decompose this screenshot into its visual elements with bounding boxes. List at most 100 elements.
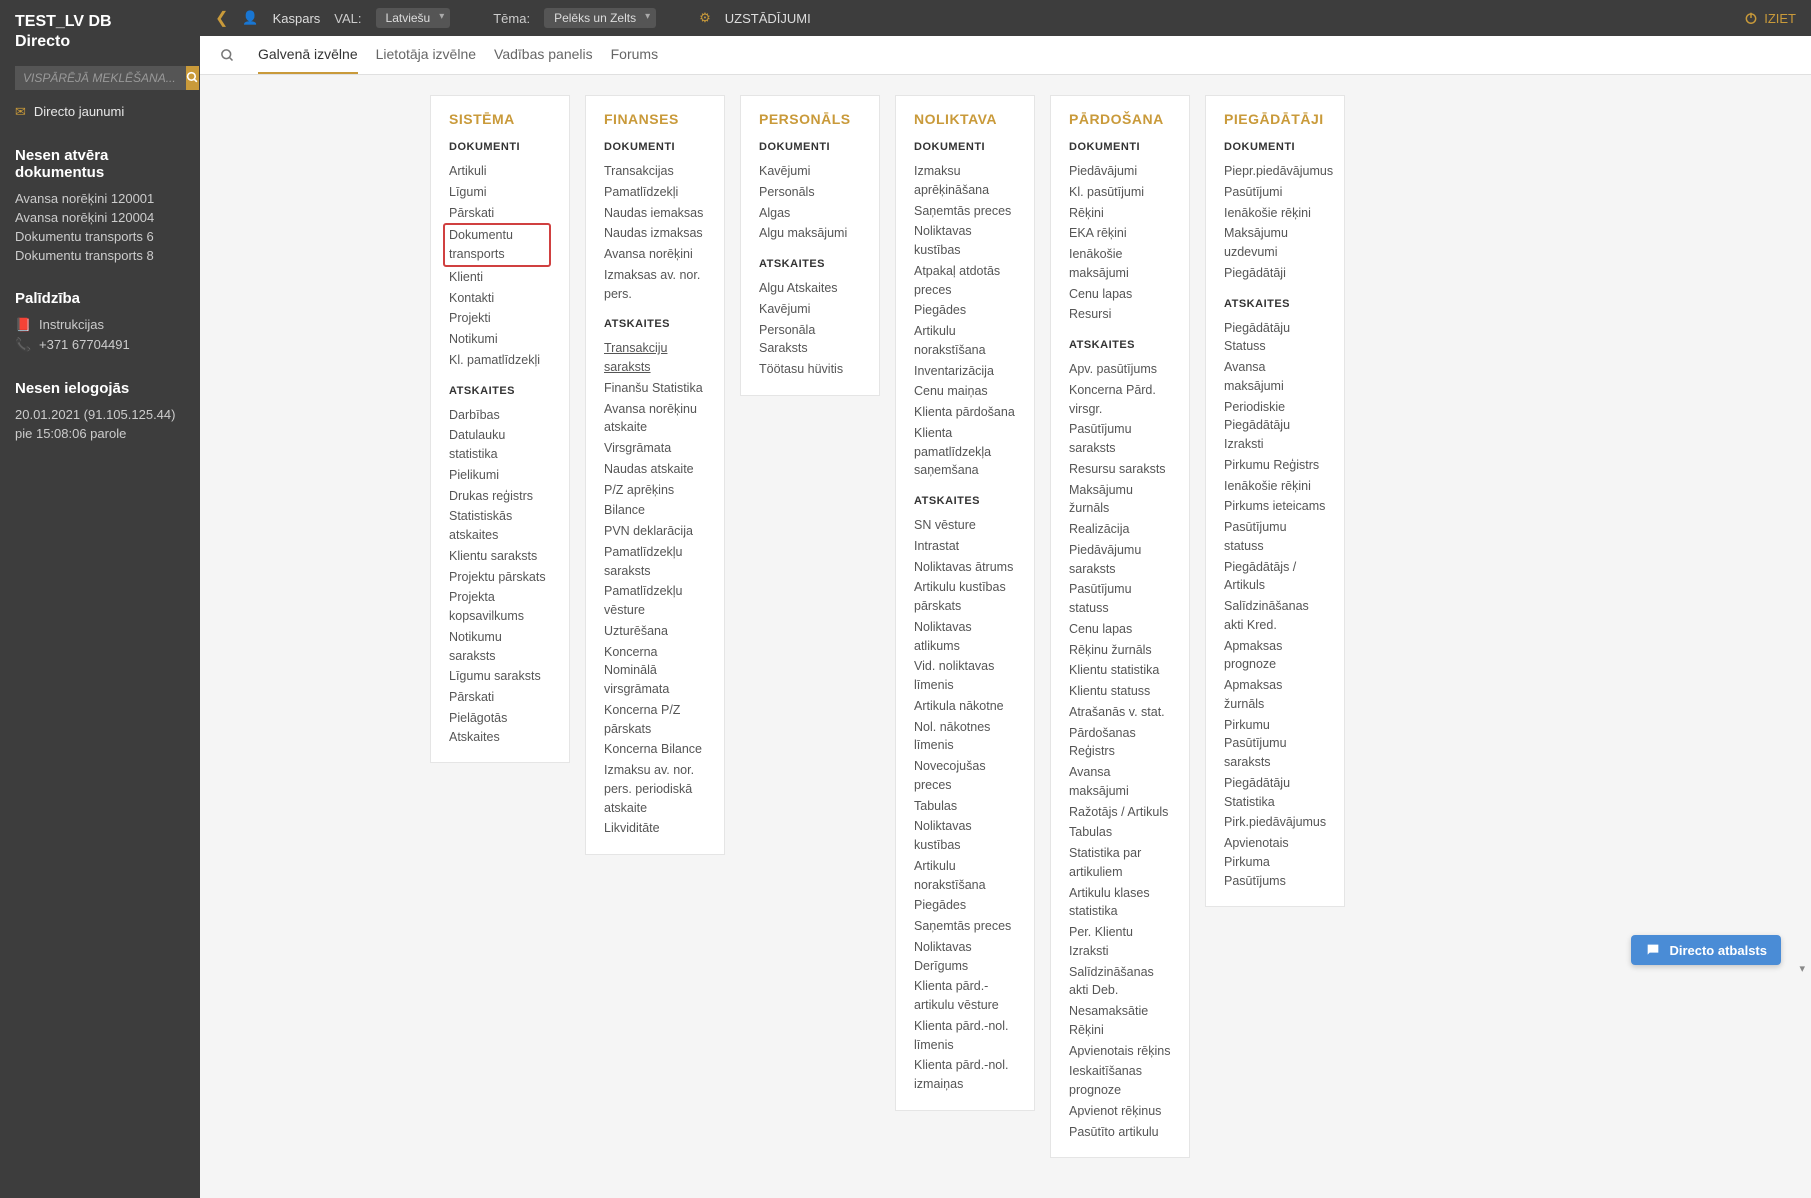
menu-link[interactable]: Pasūtījumu saraksts <box>1069 419 1171 459</box>
menu-link[interactable]: Pirkums ieteicams <box>1224 496 1326 517</box>
menu-link[interactable]: Pasūtījumu statuss <box>1069 579 1171 619</box>
logout-button[interactable]: IZIET <box>1744 11 1796 26</box>
menu-link[interactable]: Pārskati <box>449 687 551 708</box>
menu-link[interactable]: Resursi <box>1069 304 1171 325</box>
menu-link[interactable]: Rēķini <box>1069 203 1171 224</box>
menu-link[interactable]: Artikulu kustības pārskats <box>914 577 1016 617</box>
menu-link[interactable]: Pasūtījumu statuss <box>1224 517 1326 557</box>
tab-galvenā-izvēlne[interactable]: Galvenā izvēlne <box>258 36 358 74</box>
help-phone[interactable]: 📞+371 67704491 <box>15 335 185 355</box>
menu-link[interactable]: Kontakti <box>449 288 551 309</box>
menu-link[interactable]: Koncerna Pārd. virsgr. <box>1069 380 1171 420</box>
menu-link[interactable]: Piedāvājumi <box>1069 161 1171 182</box>
menu-link[interactable]: Dokumentu transports <box>443 223 551 267</box>
menu-link[interactable]: Algu Atskaites <box>759 278 861 299</box>
menu-link[interactable]: Piegādes <box>914 300 1016 321</box>
menu-link[interactable]: Izmaksu av. nor. pers. periodiskā atskai… <box>604 760 706 818</box>
menu-link[interactable]: Transakciju saraksts <box>604 338 706 378</box>
menu-link[interactable]: Apv. pasūtījums <box>1069 359 1171 380</box>
menu-link[interactable]: Artikulu klases statistika <box>1069 883 1171 923</box>
menu-link[interactable]: Klientu saraksts <box>449 546 551 567</box>
menu-link[interactable]: Līgumi <box>449 182 551 203</box>
menu-link[interactable]: Klienta pārd.-nol. izmaiņas <box>914 1055 1016 1095</box>
menu-link[interactable]: EKA rēķini <box>1069 223 1171 244</box>
menu-link[interactable]: Cenu lapas <box>1069 284 1171 305</box>
menu-link[interactable]: Ieskaitīšanas prognoze <box>1069 1061 1171 1101</box>
menu-link[interactable]: Piegādes <box>914 895 1016 916</box>
menu-link[interactable]: Pamatlīdzekļi <box>604 182 706 203</box>
menu-link[interactable]: Statistika par artikuliem <box>1069 843 1171 883</box>
menu-link[interactable]: Salīdzināšanas akti Deb. <box>1069 962 1171 1002</box>
menu-link[interactable]: Naudas atskaite <box>604 459 706 480</box>
menu-link[interactable]: Klienta pārd.-artikulu vēsture <box>914 976 1016 1016</box>
menu-link[interactable]: Noliktavas atlikums <box>914 617 1016 657</box>
recent-doc-item[interactable]: Avansa norēķini 120001 <box>15 189 185 208</box>
menu-link[interactable]: Inventarizācija <box>914 361 1016 382</box>
menu-link[interactable]: Avansa norēķini <box>604 244 706 265</box>
menu-link[interactable]: Likviditāte <box>604 818 706 839</box>
menu-link[interactable]: Piedāvājumu saraksts <box>1069 540 1171 580</box>
menu-link[interactable]: Virsgrāmata <box>604 438 706 459</box>
menu-link[interactable]: Līgumu saraksts <box>449 666 551 687</box>
scroll-down-icon[interactable]: ▾ <box>1799 962 1805 975</box>
menu-link[interactable]: Pārskati <box>449 203 551 224</box>
menu-link[interactable]: Apvienotais rēķins <box>1069 1041 1171 1062</box>
menu-link[interactable]: Darbības <box>449 405 551 426</box>
menu-link[interactable]: Kl. pasūtījumi <box>1069 182 1171 203</box>
menu-link[interactable]: Salīdzināšanas akti Kred. <box>1224 596 1326 636</box>
menu-link[interactable]: Saņemtās preces <box>914 201 1016 222</box>
menu-link[interactable]: Uzturēšana <box>604 621 706 642</box>
menu-link[interactable]: Per. Klientu Izraksti <box>1069 922 1171 962</box>
menu-link[interactable]: Cenu maiņas <box>914 381 1016 402</box>
menu-link[interactable]: Ienākošie maksājumi <box>1069 244 1171 284</box>
menu-link[interactable]: Nesamaksātie Rēķini <box>1069 1001 1171 1041</box>
menu-link[interactable]: Piepr.piedāvājumus <box>1224 161 1326 182</box>
menu-link[interactable]: Pirk.piedāvājumus <box>1224 812 1326 833</box>
tab-forums[interactable]: Forums <box>611 36 658 74</box>
recent-doc-item[interactable]: Dokumentu transports 8 <box>15 246 185 265</box>
support-button[interactable]: Directo atbalsts <box>1631 935 1781 965</box>
theme-select[interactable]: Pelēks un Zelts <box>544 8 656 28</box>
menu-link[interactable]: Personāla Saraksts <box>759 320 861 360</box>
menu-link[interactable]: Koncerna Nominālā virsgrāmata <box>604 642 706 700</box>
menu-link[interactable]: Kavējumi <box>759 161 861 182</box>
menu-link[interactable]: Klientu statistika <box>1069 660 1171 681</box>
menu-link[interactable]: Vid. noliktavas līmenis <box>914 656 1016 696</box>
menu-link[interactable]: Atrašanās v. stat. <box>1069 702 1171 723</box>
menu-link[interactable]: Töötasu hüvitis <box>759 359 861 380</box>
menu-link[interactable]: Kavējumi <box>759 299 861 320</box>
menu-link[interactable]: Pamatlīdzekļu saraksts <box>604 542 706 582</box>
menu-link[interactable]: Klienti <box>449 267 551 288</box>
menu-link[interactable]: Statistiskās atskaites <box>449 506 551 546</box>
menu-link[interactable]: Ražotājs / Artikuls <box>1069 802 1171 823</box>
menu-link[interactable]: Nol. nākotnes līmenis <box>914 717 1016 757</box>
menu-link[interactable]: Noliktavas Derīgums <box>914 937 1016 977</box>
directo-news-link[interactable]: ✉ Directo jaunumi <box>15 102 185 122</box>
menu-link[interactable]: Tabulas <box>914 796 1016 817</box>
menu-link[interactable]: Personāls <box>759 182 861 203</box>
menu-link[interactable]: Koncerna P/Z pārskats <box>604 700 706 740</box>
menu-link[interactable]: Apmaksas žurnāls <box>1224 675 1326 715</box>
recent-doc-item[interactable]: Avansa norēķini 120004 <box>15 208 185 227</box>
menu-link[interactable]: P/Z aprēķins <box>604 480 706 501</box>
menu-link[interactable]: Apvienotais Pirkuma Pasūtījums <box>1224 833 1326 891</box>
menu-link[interactable]: Notikumi <box>449 329 551 350</box>
menu-link[interactable]: Artikulu norakstīšana <box>914 856 1016 896</box>
menu-link[interactable]: Atpakaļ atdotās preces <box>914 261 1016 301</box>
menu-link[interactable]: Apvienot rēķinus <box>1069 1101 1171 1122</box>
menu-link[interactable]: Notikumu saraksts <box>449 627 551 667</box>
tab-vadības-panelis[interactable]: Vadības panelis <box>494 36 593 74</box>
search-input[interactable] <box>15 66 186 90</box>
menu-link[interactable]: Avansa norēķinu atskaite <box>604 399 706 439</box>
menu-link[interactable]: Algu maksājumi <box>759 223 861 244</box>
menu-link[interactable]: Transakcijas <box>604 161 706 182</box>
menu-link[interactable]: PVN deklarācija <box>604 521 706 542</box>
menu-link[interactable]: Tabulas <box>1069 822 1171 843</box>
menu-link[interactable]: Avansa maksājumi <box>1224 357 1326 397</box>
menu-link[interactable]: Klienta pārd.-nol. līmenis <box>914 1016 1016 1056</box>
menu-link[interactable]: Resursu saraksts <box>1069 459 1171 480</box>
user-name[interactable]: Kaspars <box>273 11 321 26</box>
menu-link[interactable]: Ienākošie rēķini <box>1224 476 1326 497</box>
menu-link[interactable]: Realizācija <box>1069 519 1171 540</box>
menu-link[interactable]: Piegādātāju Statuss <box>1224 318 1326 358</box>
